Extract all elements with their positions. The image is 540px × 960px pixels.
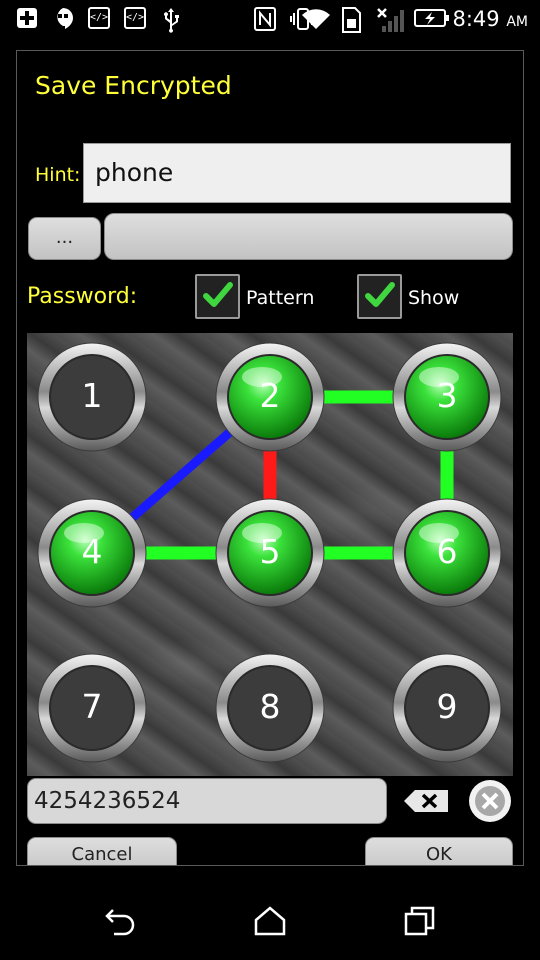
- pattern-code-input[interactable]: 4254236524: [27, 778, 387, 824]
- pattern-node-number: 1: [81, 376, 103, 415]
- hangouts-icon: [52, 7, 74, 29]
- cancel-button[interactable]: Cancel: [27, 837, 177, 865]
- nfc-icon: [254, 7, 276, 31]
- pattern-node-number: 6: [436, 532, 458, 571]
- pattern-node-6[interactable]: 6: [390, 496, 504, 610]
- clock-ampm: AM: [506, 14, 528, 30]
- code-icon: </>: [88, 7, 110, 29]
- recents-icon[interactable]: [403, 906, 437, 936]
- pattern-node-number: 8: [259, 687, 281, 726]
- pattern-node-8[interactable]: 8: [213, 651, 327, 765]
- pattern-node-2[interactable]: 2: [213, 340, 327, 454]
- pattern-node-4[interactable]: 4: [35, 496, 149, 610]
- pattern-node-number: 3: [436, 376, 458, 415]
- checkmark-icon: [365, 282, 395, 307]
- navigation-bar: [0, 880, 540, 960]
- show-checkbox[interactable]: [357, 274, 402, 319]
- clear-icon[interactable]: [468, 779, 512, 823]
- pattern-node-number: 9: [436, 687, 458, 726]
- clock-time: 8:49: [452, 7, 500, 31]
- status-bar: </> </> 8:49 AM: [0, 0, 540, 38]
- home-icon[interactable]: [253, 906, 287, 936]
- code-icon: </>: [124, 7, 146, 29]
- ok-button[interactable]: OK: [365, 837, 513, 865]
- browse-button[interactable]: ...: [28, 217, 101, 260]
- plus-icon: [16, 7, 38, 29]
- clock: 8:49 AM: [452, 6, 528, 35]
- pattern-node-5[interactable]: 5: [213, 496, 327, 610]
- pattern-checkbox[interactable]: [195, 274, 240, 319]
- pattern-node-number: 4: [81, 532, 103, 571]
- pattern-lock-area[interactable]: 1 2 3 4 5 6 7 8 9: [27, 333, 513, 776]
- usb-icon: [160, 7, 182, 33]
- hint-input[interactable]: phone: [83, 143, 511, 203]
- no-signal-icon: [376, 7, 406, 32]
- backspace-icon[interactable]: [403, 789, 449, 813]
- show-checkbox-label[interactable]: Show: [408, 287, 459, 309]
- file-path-field[interactable]: [104, 213, 513, 260]
- hint-label: Hint:: [35, 164, 81, 186]
- wifi-icon: [301, 7, 331, 29]
- pattern-node-number: 7: [81, 687, 103, 726]
- pattern-node-7[interactable]: 7: [35, 651, 149, 765]
- pattern-node-9[interactable]: 9: [390, 651, 504, 765]
- password-label: Password:: [27, 284, 138, 309]
- back-icon[interactable]: [104, 906, 138, 936]
- pattern-node-number: 2: [259, 376, 281, 415]
- pattern-checkbox-label[interactable]: Pattern: [246, 287, 314, 309]
- battery-charging-icon: [414, 7, 450, 29]
- pattern-node-number: 5: [259, 532, 281, 571]
- dialog-title: Save Encrypted: [35, 71, 232, 100]
- save-encrypted-dialog: Save Encrypted Hint: phone ... Password:…: [16, 50, 524, 866]
- checkmark-icon: [203, 282, 233, 307]
- pattern-node-1[interactable]: 1: [35, 340, 149, 454]
- pattern-node-3[interactable]: 3: [390, 340, 504, 454]
- sd-card-icon: [340, 7, 362, 33]
